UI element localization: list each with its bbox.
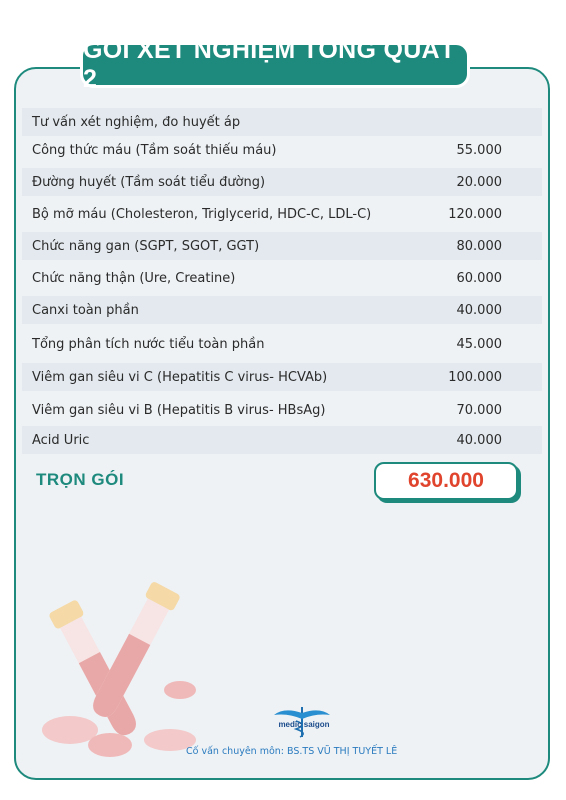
brand-logo-text: medic saigon — [278, 720, 330, 729]
list-item: Acid Uric 40.000 — [22, 426, 542, 454]
item-price: 120.000 — [448, 206, 502, 222]
item-price: 20.000 — [456, 174, 503, 190]
total-price: 630.000 — [374, 462, 518, 500]
advisor-credit: Cố vấn chuyên môn: BS.TS VŨ THỊ TUYẾT LÊ — [186, 746, 398, 757]
item-price: 70.000 — [456, 402, 503, 418]
blood-drop — [88, 733, 132, 757]
package-title: GÓI XÉT NGHIỆM TỔNG QUÁT 2 — [80, 36, 470, 93]
item-price: 80.000 — [456, 238, 503, 254]
list-item: Đường huyết (Tầm soát tiểu đường) 20.000 — [22, 168, 542, 196]
item-price: 40.000 — [456, 432, 503, 448]
item-price: 55.000 — [456, 142, 503, 158]
list-item: Công thức máu (Tầm soát thiếu máu) 55.00… — [22, 136, 542, 164]
list-item: Viêm gan siêu vi B (Hepatitis B virus- H… — [22, 396, 542, 424]
item-price: 100.000 — [448, 369, 502, 385]
item-price: 45.000 — [456, 336, 503, 352]
item-price: 40.000 — [456, 302, 503, 318]
list-item: Chức năng gan (SGPT, SGOT, GGT) 80.000 — [22, 232, 542, 260]
item-name: Tư vấn xét nghiệm, đo huyết áp — [32, 114, 241, 130]
list-item: Bộ mỡ máu (Cholesteron, Triglycerid, HDC… — [22, 200, 542, 228]
list-item: Canxi toàn phần 40.000 — [22, 296, 542, 324]
test-tubes-illustration — [42, 582, 196, 757]
total-label: TRỌN GÓI — [36, 470, 125, 489]
item-price: 60.000 — [456, 270, 503, 286]
blood-drop — [42, 716, 98, 744]
blood-drop — [164, 681, 196, 699]
list-item: Tư vấn xét nghiệm, đo huyết áp — [22, 108, 542, 136]
list-item: Chức năng thận (Ure, Creatine) 60.000 — [22, 264, 542, 292]
list-item: Viêm gan siêu vi C (Hepatitis C virus- H… — [22, 363, 542, 391]
list-item: Tổng phân tích nước tiểu toàn phần 45.00… — [22, 330, 542, 358]
